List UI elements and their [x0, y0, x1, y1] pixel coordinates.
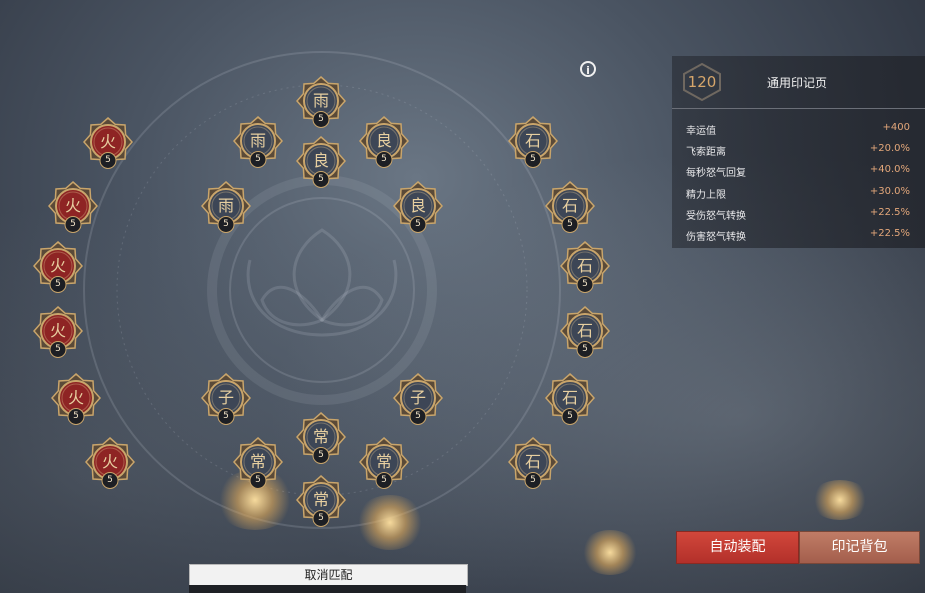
- seal-level-badge: 5: [409, 408, 427, 425]
- auto-equip-button[interactable]: 自动装配: [676, 531, 799, 564]
- seal-level-badge: 5: [576, 341, 594, 358]
- seal-level-badge: 5: [49, 276, 67, 293]
- seal-level-badge: 5: [312, 111, 330, 128]
- seal-slot[interactable]: 火5: [33, 306, 83, 358]
- seal-level-badge: 5: [524, 151, 542, 168]
- seal-slot[interactable]: 常5: [296, 412, 346, 464]
- seal-level-badge: 5: [375, 472, 393, 489]
- stat-value: +40.0%: [869, 164, 910, 175]
- seal-level-badge: 5: [64, 216, 82, 233]
- seal-level-badge: 5: [375, 151, 393, 168]
- stat-value: +30.0%: [869, 186, 910, 197]
- seal-level-badge: 5: [217, 408, 235, 425]
- seal-bag-button[interactable]: 印记背包: [799, 531, 920, 564]
- seal-level-badge: 5: [49, 341, 67, 358]
- seal-slot[interactable]: 火5: [48, 181, 98, 233]
- seal-level-badge: 5: [524, 472, 542, 489]
- seal-page-panel: 120 通用印记页 幸运值 +400 飞索距离 +20.0% 每秒怒气回复 +4…: [672, 56, 925, 248]
- seal-slot[interactable]: 常5: [359, 437, 409, 489]
- stat-row: 伤害怒气转换 +22.5%: [686, 228, 910, 243]
- seal-level-badge: 5: [67, 408, 85, 425]
- seal-slot[interactable]: 雨5: [296, 76, 346, 128]
- seal-level-badge: 5: [99, 152, 117, 169]
- seal-slot[interactable]: 常5: [233, 437, 283, 489]
- seal-level-badge: 5: [561, 408, 579, 425]
- match-status-bar: [189, 585, 466, 593]
- panel-header: 120 通用印记页: [672, 56, 925, 109]
- stat-row: 飞索距离 +20.0%: [686, 143, 910, 158]
- seal-slot[interactable]: 子5: [393, 373, 443, 425]
- stat-name: 每秒怒气回复: [686, 168, 746, 179]
- stat-row: 精力上限 +30.0%: [686, 186, 910, 201]
- cancel-match-button[interactable]: 取消匹配: [189, 564, 468, 586]
- seal-slot[interactable]: 火5: [51, 373, 101, 425]
- stat-row: 幸运值 +400: [686, 122, 910, 137]
- seal-slot[interactable]: 石5: [508, 437, 558, 489]
- seal-level-badge: 5: [312, 447, 330, 464]
- seal-level-badge: 5: [561, 216, 579, 233]
- stat-row: 受伤怒气转换 +22.5%: [686, 207, 910, 222]
- seal-points: 120: [687, 73, 717, 91]
- stat-value: +20.0%: [869, 143, 910, 154]
- stat-value: +22.5%: [869, 207, 910, 218]
- seal-slot[interactable]: 石5: [560, 241, 610, 293]
- seal-slot[interactable]: 石5: [545, 373, 595, 425]
- seal-slot[interactable]: 火5: [83, 117, 133, 169]
- seal-level-badge: 5: [312, 510, 330, 527]
- seal-slot[interactable]: 良5: [359, 116, 409, 168]
- stat-name: 受伤怒气转换: [686, 211, 746, 222]
- seal-slot[interactable]: 良5: [296, 136, 346, 188]
- info-icon[interactable]: i: [580, 61, 596, 77]
- stat-value: +22.5%: [869, 228, 910, 239]
- seal-level-badge: 5: [409, 216, 427, 233]
- seal-level-badge: 5: [249, 151, 267, 168]
- seal-slot[interactable]: 常5: [296, 475, 346, 527]
- seal-slot[interactable]: 子5: [201, 373, 251, 425]
- seal-slot[interactable]: 雨5: [201, 181, 251, 233]
- stat-name: 飞索距离: [686, 147, 726, 158]
- seal-slot[interactable]: 火5: [33, 241, 83, 293]
- seal-level-badge: 5: [576, 276, 594, 293]
- seal-level-badge: 5: [249, 472, 267, 489]
- stat-name: 精力上限: [686, 190, 726, 201]
- seal-slot[interactable]: 火5: [85, 437, 135, 489]
- seal-level-badge: 5: [101, 472, 119, 489]
- seal-slot[interactable]: 雨5: [233, 116, 283, 168]
- panel-title: 通用印记页: [767, 76, 828, 90]
- seal-slot[interactable]: 石5: [560, 306, 610, 358]
- stat-name: 伤害怒气转换: [686, 232, 746, 243]
- stat-value: +400: [882, 122, 910, 133]
- stat-row: 每秒怒气回复 +40.0%: [686, 164, 910, 179]
- seal-level-badge: 5: [217, 216, 235, 233]
- seal-slot[interactable]: 良5: [393, 181, 443, 233]
- stat-name: 幸运值: [686, 126, 716, 137]
- seal-slot[interactable]: 石5: [508, 116, 558, 168]
- seal-level-badge: 5: [312, 171, 330, 188]
- seal-slot[interactable]: 石5: [545, 181, 595, 233]
